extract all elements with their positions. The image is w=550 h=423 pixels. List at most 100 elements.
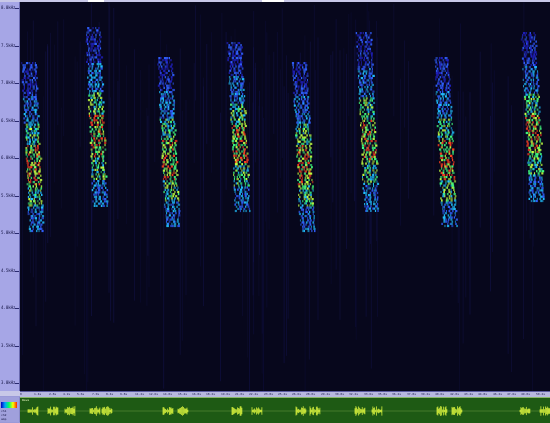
- noise-streak: [433, 85, 435, 216]
- noise-streak: [314, 70, 316, 182]
- noise-streak: [193, 63, 195, 163]
- time-tick-label: 40.6s: [435, 392, 445, 396]
- noise-streak: [404, 40, 405, 128]
- noise-streak: [110, 97, 111, 321]
- noise-streak: [87, 89, 89, 383]
- time-tick-label: 21.0s: [235, 392, 245, 396]
- noise-streak: [354, 46, 355, 202]
- time-tick-label: 14.0s: [163, 392, 173, 396]
- noise-streak: [283, 86, 285, 364]
- noise-streak: [50, 32, 51, 237]
- frequency-tick-mark: [15, 383, 19, 384]
- frequency-tick-label: 7.5kHz: [1, 43, 16, 48]
- noise-streak: [462, 91, 464, 344]
- noise-streak: [273, 51, 275, 134]
- spectrogram-canvas[interactable]: [20, 2, 550, 391]
- time-tick-label: 36.4s: [392, 392, 402, 396]
- time-tick-label: 4.2s: [63, 392, 71, 396]
- frequency-tick-mark: [15, 121, 19, 122]
- noise-streak: [465, 116, 467, 298]
- noise-streak: [265, 20, 267, 222]
- noise-streak: [393, 3, 395, 117]
- noise-streak: [249, 82, 250, 391]
- noise-streak: [493, 70, 495, 172]
- noise-streak: [490, 115, 491, 292]
- time-tick-label: 37.8s: [407, 392, 417, 396]
- time-tick-label: 39.2s: [421, 392, 431, 396]
- time-tick-label: 0: [20, 392, 22, 396]
- frequency-tick-label: 7.0kHz: [1, 80, 16, 85]
- call-cluster: [226, 42, 251, 213]
- noise-streak: [134, 49, 135, 301]
- noise-streak: [313, 4, 315, 166]
- noise-streak: [339, 50, 341, 320]
- time-tick-label: 2.8s: [49, 392, 57, 396]
- call-cluster: [355, 32, 380, 212]
- frequency-tick-label: 4.5kHz: [1, 268, 16, 273]
- noise-streak: [221, 12, 223, 223]
- waveform-labels: ch1 ch2 amp: [0, 397, 19, 422]
- noise-streak: [279, 69, 281, 179]
- noise-streak: [348, 13, 350, 116]
- noise-streak: [118, 38, 120, 126]
- noise-streak: [220, 112, 221, 382]
- noise-streak: [317, 37, 319, 320]
- noise-streak: [511, 105, 512, 372]
- noise-streak: [113, 8, 115, 323]
- frequency-tick-mark: [15, 8, 19, 9]
- noise-streak: [86, 97, 88, 391]
- noise-streak: [459, 120, 460, 391]
- noise-streak: [332, 51, 334, 203]
- time-tick-label: 35.0s: [378, 392, 388, 396]
- time-tick-label: 50.4s: [536, 392, 546, 396]
- noise-streak: [259, 90, 260, 256]
- time-tick-label: 7.0s: [92, 392, 100, 396]
- noise-streak: [76, 61, 78, 247]
- time-tick-label: 30.8s: [335, 392, 345, 396]
- noise-streak: [203, 86, 204, 307]
- noise-streak: [225, 32, 227, 190]
- noise-streak: [254, 67, 256, 153]
- channel-label-3: amp: [1, 417, 7, 421]
- spectrogram-view[interactable]: [20, 2, 550, 391]
- noise-streak: [185, 100, 187, 295]
- frequency-tick-mark: [15, 271, 19, 272]
- noise-streak: [266, 32, 268, 308]
- noise-streak: [79, 41, 81, 147]
- noise-streak: [45, 51, 47, 302]
- noise-streak: [346, 53, 347, 249]
- noise-streak: [109, 6, 111, 107]
- color-scale-bar: [1, 402, 17, 408]
- frequency-tick-label: 3.5kHz: [1, 343, 16, 348]
- noise-streak: [211, 32, 212, 173]
- noise-streak: [22, 119, 23, 356]
- noise-streak: [261, 68, 263, 374]
- waveform-panel: ch1 ch2 amp Wave: [0, 397, 550, 423]
- frequency-tick-mark: [15, 83, 19, 84]
- noise-streak: [490, 43, 492, 186]
- noise-streak: [247, 86, 249, 358]
- time-tick-label: 16.8s: [192, 392, 202, 396]
- waveform-view[interactable]: Wave: [20, 397, 550, 423]
- noise-streak: [181, 110, 183, 341]
- waveform-canvas[interactable]: [20, 398, 550, 423]
- time-tick-label: 43.4s: [464, 392, 474, 396]
- noise-streak: [54, 44, 55, 183]
- frequency-tick-mark: [15, 158, 19, 159]
- noise-streak: [287, 93, 289, 319]
- time-tick-label: 15.4s: [178, 392, 188, 396]
- call-cluster: [21, 62, 45, 233]
- noise-streak: [117, 80, 119, 220]
- noise-streak: [350, 12, 352, 194]
- noise-streak: [147, 115, 149, 256]
- frequency-tick-mark: [15, 308, 19, 309]
- noise-streak: [154, 58, 156, 163]
- frequency-tick-label: 3.0kHz: [1, 380, 16, 385]
- noise-streak: [263, 118, 264, 391]
- noise-streak: [523, 2, 525, 162]
- noise-streak: [507, 76, 509, 354]
- time-tick-label: 22.4s: [249, 392, 259, 396]
- time-tick-label: 46.2s: [493, 392, 503, 396]
- time-tick-label: 25.2s: [278, 392, 288, 396]
- time-tick-label: 12.6s: [149, 392, 159, 396]
